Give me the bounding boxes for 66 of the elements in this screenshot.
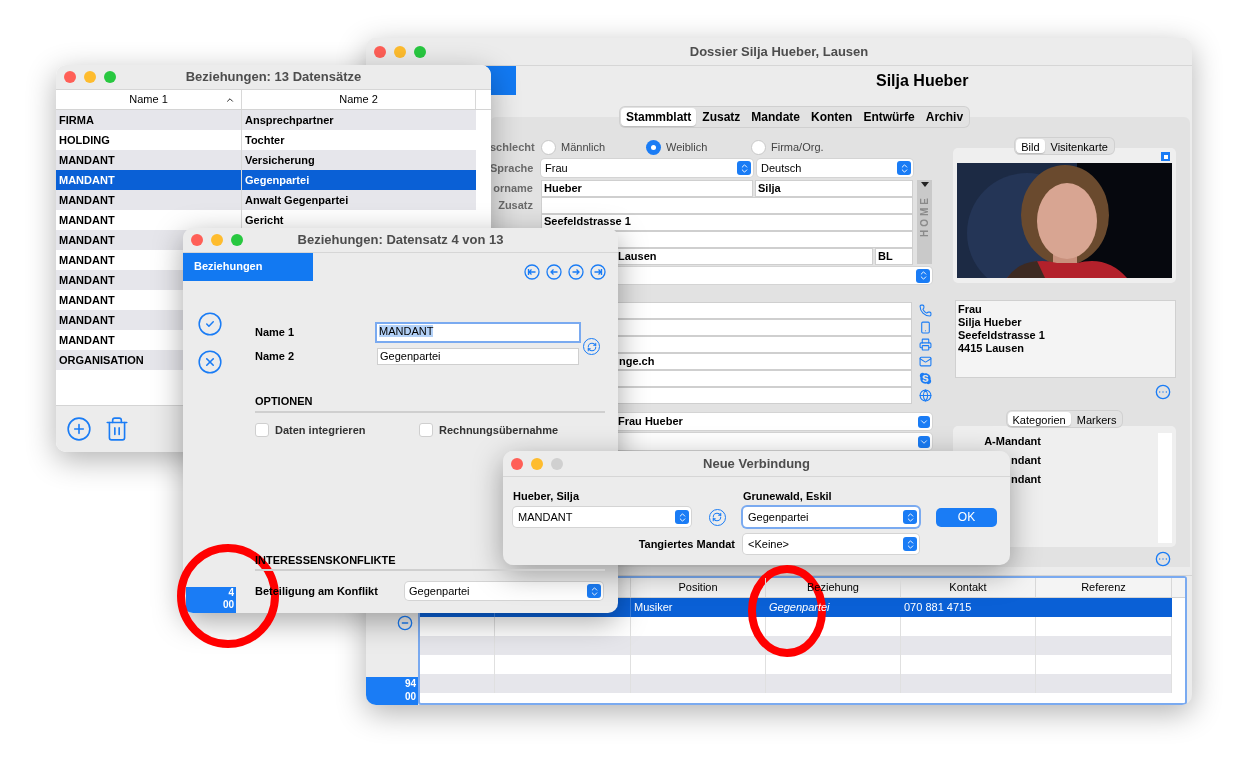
- text-field[interactable]: Gegenpartei: [377, 348, 579, 365]
- record-heading: Silja Hueber: [876, 70, 969, 91]
- radio-label: Firma/Org.: [771, 139, 824, 155]
- tab[interactable]: Archiv: [920, 108, 969, 126]
- tab[interactable]: Konten: [806, 108, 858, 126]
- field-label: Name 1: [255, 325, 296, 341]
- field-label: Name 2: [255, 349, 296, 365]
- dropdown[interactable]: Gegenpartei: [405, 582, 603, 600]
- table-cell[interactable]: 070 881 4715: [901, 598, 1036, 617]
- radio-label: Weiblich: [666, 139, 708, 155]
- column-header[interactable]: Kontakt: [901, 578, 1036, 597]
- category-item[interactable]: A-Mandant: [984, 432, 1041, 452]
- text-field[interactable]: MANDANT: [377, 324, 579, 341]
- tab[interactable]: Kategorien: [1007, 411, 1071, 426]
- text-field[interactable]: BL: [875, 248, 913, 265]
- table-cell[interactable]: Versicherung: [242, 151, 315, 169]
- field-label: Sprache: [490, 160, 533, 176]
- dropdown[interactable]: Gegenpartei: [743, 507, 919, 527]
- party-name: Hueber, Silja: [513, 489, 581, 502]
- radio-label: Männlich: [561, 139, 606, 155]
- tab[interactable]: Mandate: [746, 108, 806, 126]
- dropdown[interactable]: Frau: [541, 159, 753, 177]
- tab[interactable]: Zusatz: [697, 108, 746, 126]
- party-name: Grunewald, Eskil: [743, 489, 832, 502]
- record-counter: 94 00: [366, 677, 418, 705]
- column-header[interactable]: Referenz: [1036, 578, 1172, 597]
- tab[interactable]: Markers: [1071, 411, 1122, 426]
- section-heading: OPTIONEN: [255, 393, 605, 413]
- table-cell[interactable]: Tochter: [242, 131, 285, 149]
- text-field[interactable]: Seefeldstrasse 1: [541, 214, 913, 231]
- category-item[interactable]: ndant: [1011, 451, 1041, 471]
- table-cell[interactable]: Gericht: [242, 211, 284, 229]
- address-line: Seefeldstrasse 1: [958, 328, 1046, 342]
- text-field[interactable]: Silja: [755, 180, 913, 197]
- ok-button[interactable]: OK: [936, 507, 997, 527]
- column-header[interactable]: Name 1: [56, 90, 242, 109]
- table-cell[interactable]: Anwalt Gegenpartei: [242, 191, 349, 209]
- address-line: 4415 Lausen: [958, 341, 1026, 355]
- field-label: Zusatz: [498, 199, 533, 212]
- dropdown[interactable]: Deutsch: [757, 159, 913, 177]
- window-title: Neue Verbindung: [702, 454, 811, 473]
- address-line: Frau: [958, 302, 983, 316]
- column-header[interactable]: Position: [631, 578, 766, 597]
- tab[interactable]: Stammblatt: [621, 108, 697, 126]
- table-cell[interactable]: Musiker: [631, 598, 766, 617]
- table-cell[interactable]: Gegenpartei: [242, 171, 310, 189]
- column-header[interactable]: Name 2: [242, 90, 476, 109]
- tab[interactable]: Beziehungen: [183, 253, 313, 281]
- table-cell[interactable]: Ansprechpartner: [242, 111, 334, 129]
- tab[interactable]: Visitenkarte: [1045, 139, 1113, 153]
- field-label: schlecht: [490, 139, 533, 155]
- dropdown[interactable]: MANDANT: [513, 507, 691, 527]
- checkbox-label: Daten integrieren: [275, 422, 366, 438]
- window-title: Beziehungen: Datensatz 4 von 13: [296, 231, 505, 250]
- field-label: orname: [493, 182, 533, 195]
- address-type-label: HOME: [918, 195, 931, 237]
- window-title: Dossier Silja Hueber, Lausen: [688, 42, 870, 61]
- field-label: Tangiertes Mandat: [637, 536, 736, 552]
- window-title: Beziehungen: 13 Datensätze: [184, 68, 363, 87]
- text-field[interactable]: Hueber: [541, 180, 753, 197]
- record-counter: 4 00: [186, 587, 236, 613]
- address-line: Silja Hueber: [958, 315, 1023, 329]
- category-item[interactable]: ndant: [1011, 470, 1041, 490]
- tab[interactable]: Bild: [1016, 139, 1045, 153]
- tab[interactable]: Entwürfe: [858, 108, 920, 126]
- dropdown[interactable]: <Keine>: [743, 534, 919, 554]
